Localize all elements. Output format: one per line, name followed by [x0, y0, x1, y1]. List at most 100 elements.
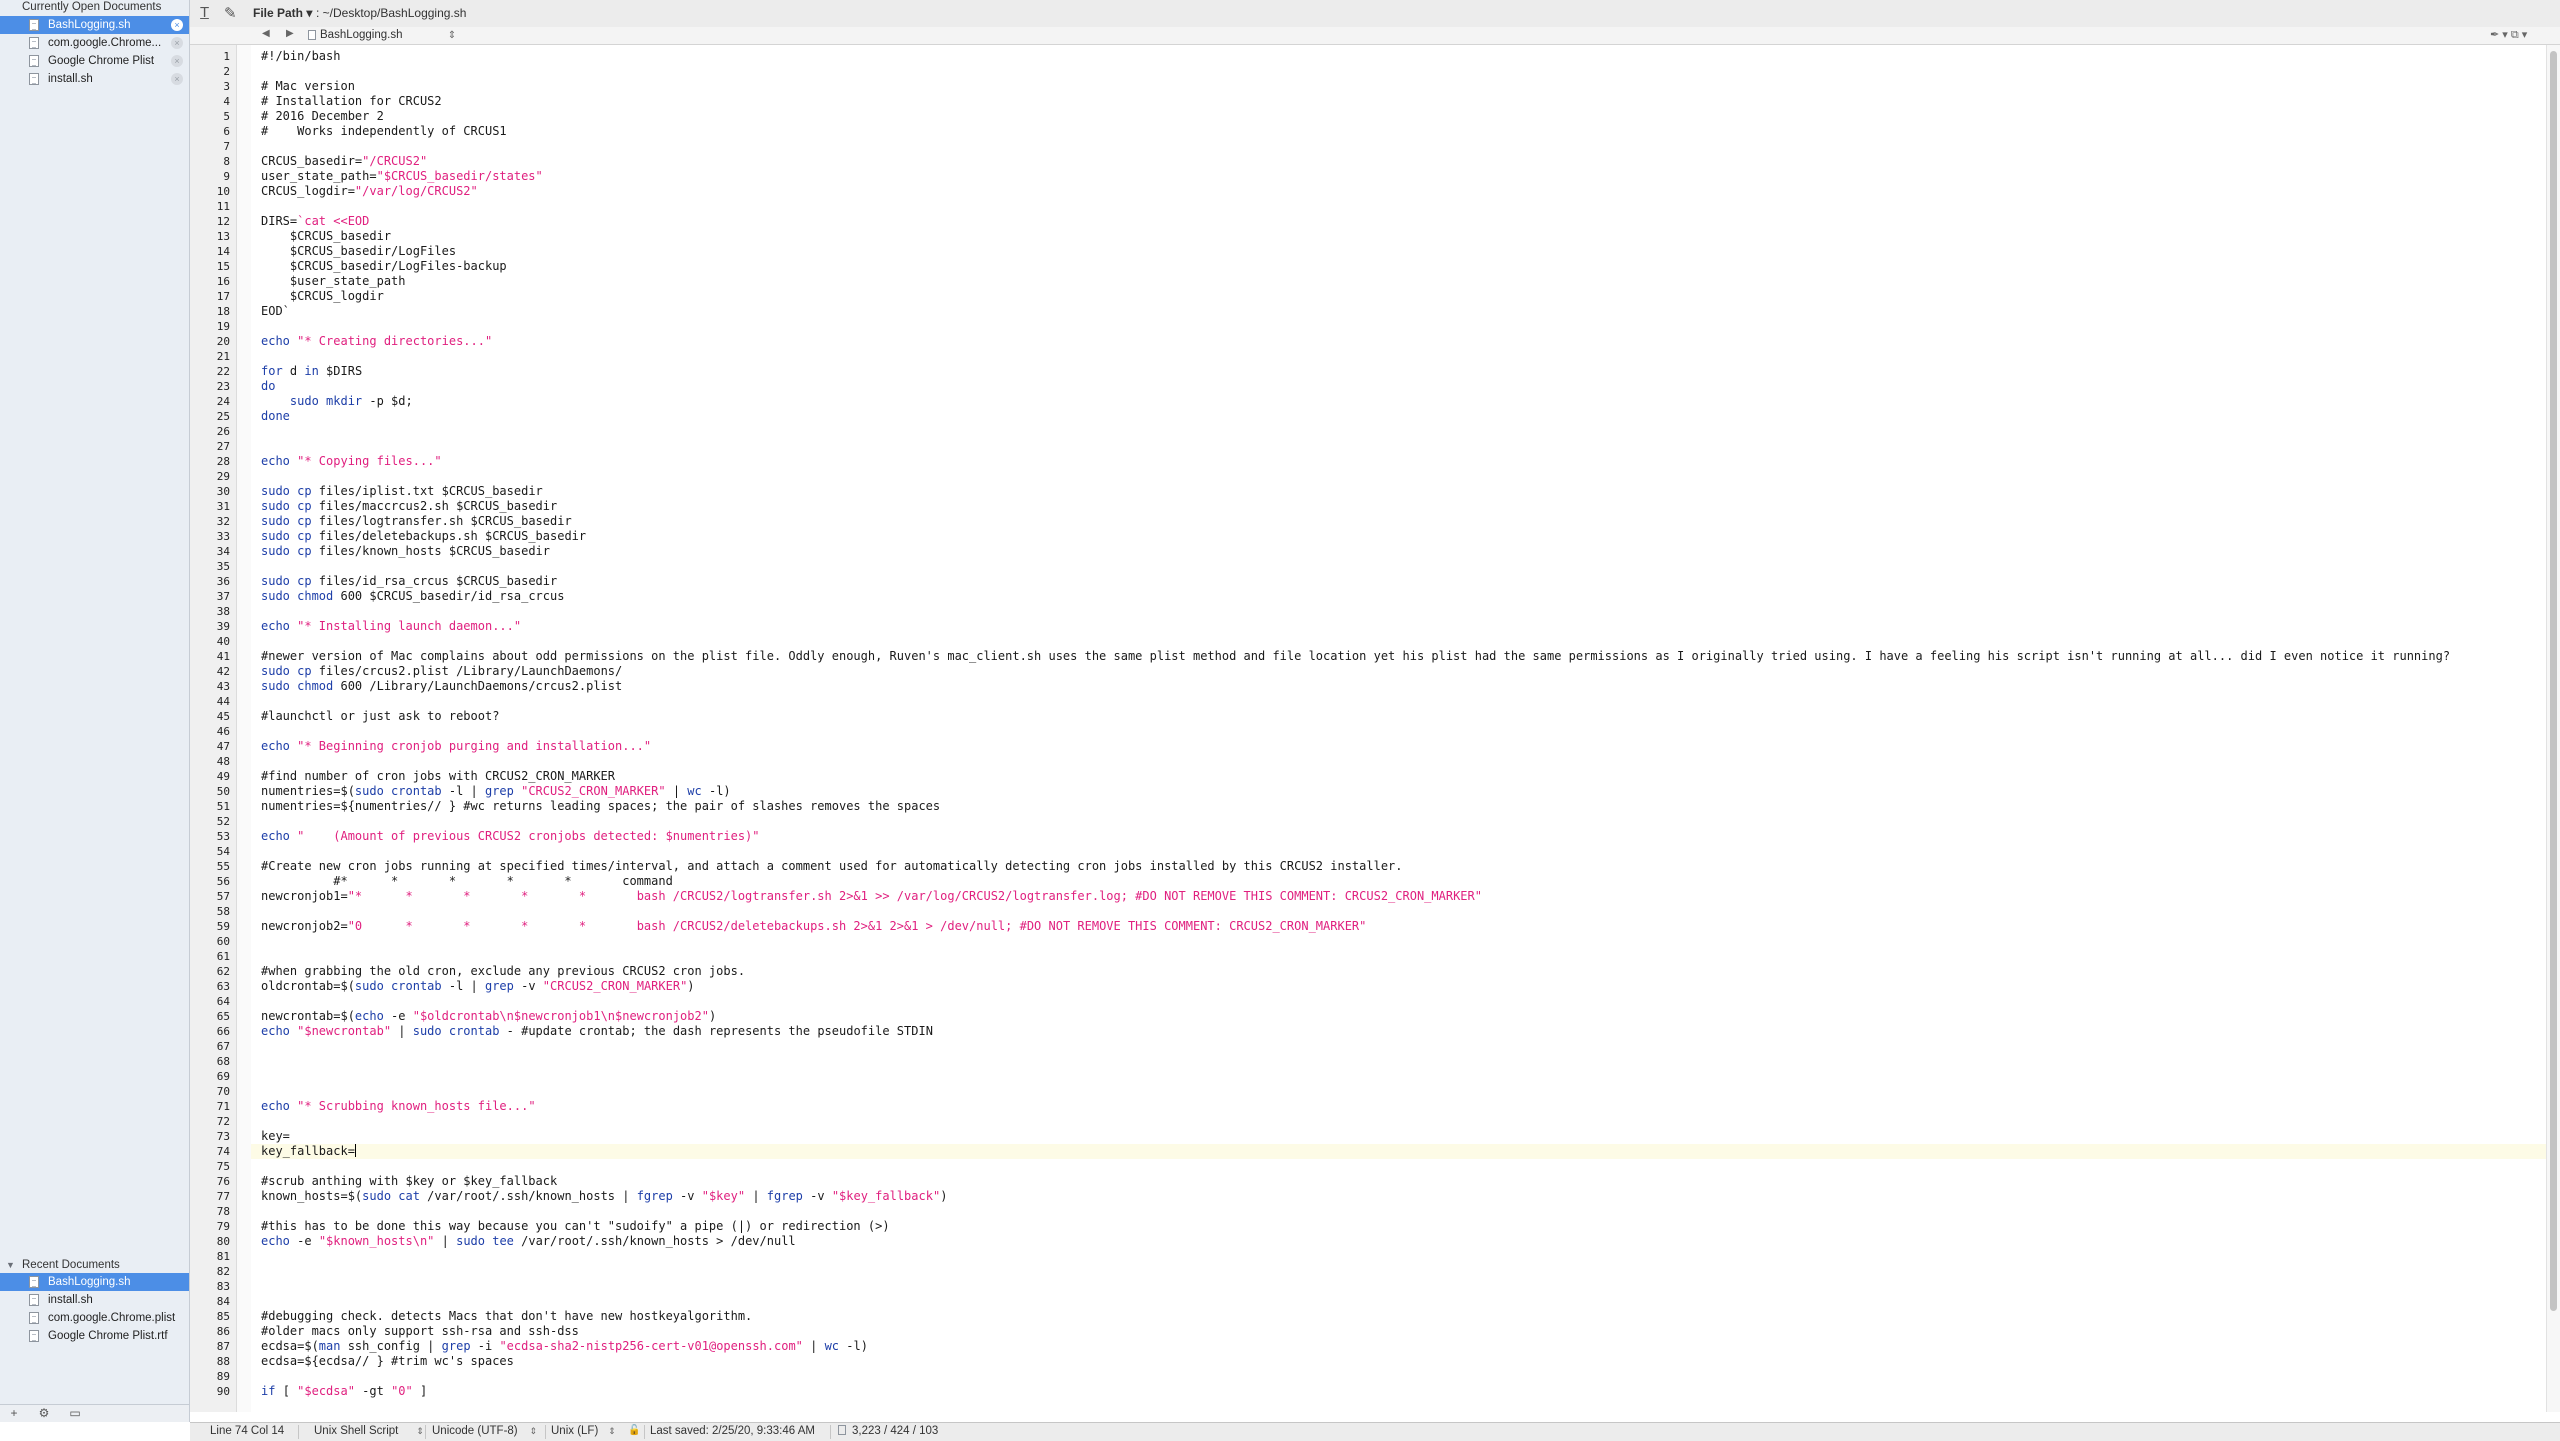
code-line[interactable]: #debugging check. detects Macs that don'…: [261, 1309, 752, 1324]
sidebar-document-item[interactable]: BashLogging.sh ×: [0, 16, 189, 34]
code-line[interactable]: echo "* Installing launch daemon...": [261, 619, 521, 634]
code-line[interactable]: #launchctl or just ask to reboot?: [261, 709, 499, 724]
code-line[interactable]: #Create new cron jobs running at specifi…: [261, 859, 1403, 874]
scrollbar-thumb[interactable]: [2550, 51, 2557, 1311]
sidebar-document-item[interactable]: BashLogging.sh: [0, 1273, 189, 1291]
code-line[interactable]: if [ "$ecdsa" -gt "0" ]: [261, 1384, 427, 1399]
code-line[interactable]: sudo cp files/deletebackups.sh $CRCUS_ba…: [261, 529, 586, 544]
vertical-scrollbar[interactable]: [2546, 45, 2560, 1412]
code-line[interactable]: echo "* Creating directories...": [261, 334, 492, 349]
document-icon[interactable]: ✎: [224, 4, 237, 22]
code-line[interactable]: echo "* Copying files...": [261, 454, 442, 469]
code-line[interactable]: $CRCUS_basedir: [261, 229, 391, 244]
code-editor[interactable]: #!/bin/bash # Mac version # Installation f…: [251, 45, 2546, 1412]
sidebar-view-icon[interactable]: ▭: [66, 1406, 84, 1421]
code-line[interactable]: for d in $DIRS: [261, 364, 362, 379]
code-line[interactable]: $CRCUS_basedir/LogFiles-backup: [261, 259, 507, 274]
line-number: 64: [216, 995, 230, 1008]
line-number: 83: [216, 1280, 230, 1293]
code-line[interactable]: ecdsa=$(man ssh_config | grep -i "ecdsa-…: [261, 1339, 868, 1354]
line-number: 22: [216, 365, 230, 378]
code-line[interactable]: #scrub anthing with $key or $key_fallbac…: [261, 1174, 557, 1189]
code-line[interactable]: #find number of cron jobs with CRCUS2_CR…: [261, 769, 615, 784]
encoding-menu[interactable]: Unicode (UTF-8) ⇕: [432, 1425, 537, 1437]
code-line[interactable]: numentries=$(sudo crontab -l | grep "CRC…: [261, 784, 731, 799]
code-line[interactable]: #when grabbing the old cron, exclude any…: [261, 964, 745, 979]
code-line[interactable]: key=: [261, 1129, 290, 1144]
code-line[interactable]: newcrontab=$(echo -e "$oldcrontab\n$newc…: [261, 1009, 716, 1024]
close-document-icon[interactable]: ×: [171, 37, 183, 49]
code-line[interactable]: echo "$newcrontab" | sudo crontab - #upd…: [261, 1024, 933, 1039]
code-line[interactable]: #!/bin/bash: [261, 49, 340, 64]
sidebar-document-item[interactable]: com.google.Chrome.plist: [0, 1309, 189, 1327]
code-token: "* Creating directories...": [297, 334, 493, 348]
code-line[interactable]: do: [261, 379, 275, 394]
code-line[interactable]: #newer version of Mac complains about od…: [261, 649, 2450, 664]
current-file-menu[interactable]: BashLogging.sh ⇕: [320, 29, 456, 41]
add-icon[interactable]: +: [6, 1406, 22, 1421]
code-line[interactable]: $CRCUS_logdir: [261, 289, 384, 304]
code-line[interactable]: echo "* Scrubbing known_hosts file...": [261, 1099, 536, 1114]
code-line[interactable]: # Installation for CRCUS2: [261, 94, 442, 109]
file-menu-chevron-icon[interactable]: ⇕: [448, 30, 456, 41]
code-line[interactable]: CRCUS_logdir="/var/log/CRCUS2": [261, 184, 478, 199]
document-stats[interactable]: 3,223 / 424 / 103: [838, 1425, 938, 1437]
code-line[interactable]: sudo cp files/maccrcus2.sh $CRCUS_basedi…: [261, 499, 557, 514]
close-document-icon[interactable]: ×: [171, 55, 183, 67]
code-line[interactable]: ecdsa=${ecdsa// } #trim wc's spaces: [261, 1354, 514, 1369]
line-endings-menu[interactable]: Unix (LF) ⇕: [551, 1425, 616, 1437]
code-line[interactable]: CRCUS_basedir="/CRCUS2": [261, 154, 427, 169]
forward-arrow-icon[interactable]: ▶: [286, 28, 294, 39]
code-line[interactable]: EOD`: [261, 304, 290, 319]
sidebar-document-item[interactable]: install.sh ×: [0, 70, 189, 88]
code-line[interactable]: sudo cp files/crcus2.plist /Library/Laun…: [261, 664, 622, 679]
code-line[interactable]: done: [261, 409, 290, 424]
code-token: |: [802, 1339, 825, 1353]
code-line[interactable]: numentries=${numentries// } #wc returns …: [261, 799, 940, 814]
sidebar-document-item[interactable]: com.google.Chrome... ×: [0, 34, 189, 52]
code-line[interactable]: # 2016 December 2: [261, 109, 384, 124]
code-line[interactable]: known_hosts=$(sudo cat /var/root/.ssh/kn…: [261, 1189, 947, 1204]
code-line[interactable]: oldcrontab=$(sudo crontab -l | grep -v "…: [261, 979, 695, 994]
recent-documents-header[interactable]: ▼ Recent Documents: [0, 1258, 189, 1272]
sidebar-document-item[interactable]: install.sh: [0, 1291, 189, 1309]
code-line[interactable]: # Works independently of CRCUS1: [261, 124, 507, 139]
cursor-position[interactable]: Line 74 Col 14: [210, 1425, 284, 1437]
code-line[interactable]: sudo mkdir -p $d;: [261, 394, 413, 409]
code-line[interactable]: sudo chmod 600 /Library/LaunchDaemons/cr…: [261, 679, 622, 694]
code-line[interactable]: sudo cp files/iplist.txt $CRCUS_basedir: [261, 484, 543, 499]
code-line[interactable]: echo " (Amount of previous CRCUS2 cronjo…: [261, 829, 760, 844]
gear-icon[interactable]: ⚙︎: [34, 1406, 54, 1421]
code-line[interactable]: sudo chmod 600 $CRCUS_basedir/id_rsa_crc…: [261, 589, 564, 604]
code-line[interactable]: echo -e "$known_hosts\n" | sudo tee /var…: [261, 1234, 796, 1249]
close-document-icon[interactable]: ×: [171, 73, 183, 85]
close-document-icon[interactable]: ×: [171, 19, 183, 31]
code-line[interactable]: key_fallback=: [261, 1144, 356, 1159]
file-path-menu[interactable]: File Path ▾: [253, 6, 312, 20]
code-line[interactable]: sudo cp files/known_hosts $CRCUS_basedir: [261, 544, 550, 559]
code-text: EOD`: [261, 304, 290, 318]
code-line[interactable]: #this has to be done this way because yo…: [261, 1219, 890, 1234]
code-line[interactable]: sudo cp files/logtransfer.sh $CRCUS_base…: [261, 514, 572, 529]
disclosure-triangle-icon[interactable]: ▼: [6, 1258, 15, 1272]
text-format-icon[interactable]: T̲: [200, 4, 209, 21]
markers-menu-icon[interactable]: ✒ ▾ ⧉ ▾: [2490, 28, 2527, 42]
code-line[interactable]: $user_state_path: [261, 274, 406, 289]
sidebar-document-item[interactable]: Google Chrome Plist.rtf: [0, 1327, 189, 1345]
syntax-mode-menu[interactable]: Unix Shell Script ⇕: [314, 1425, 424, 1437]
sidebar-document-label: BashLogging.sh: [48, 1276, 131, 1288]
code-line[interactable]: user_state_path="$CRCUS_basedir/states": [261, 169, 543, 184]
code-line[interactable]: #* * * * * command: [261, 874, 673, 889]
code-line[interactable]: # Mac version: [261, 79, 355, 94]
line-number: 1: [223, 50, 230, 63]
back-arrow-icon[interactable]: ◀: [262, 28, 270, 39]
sidebar-document-item[interactable]: Google Chrome Plist ×: [0, 52, 189, 70]
code-line[interactable]: newcronjob1="* * * * * bash /CRCUS2/logt…: [261, 889, 1482, 904]
code-line[interactable]: #older macs only support ssh-rsa and ssh…: [261, 1324, 579, 1339]
code-line[interactable]: newcronjob2="0 * * * * bash /CRCUS2/dele…: [261, 919, 1366, 934]
lock-icon[interactable]: 🔓: [628, 1425, 640, 1436]
code-line[interactable]: echo "* Beginning cronjob purging and in…: [261, 739, 651, 754]
code-line[interactable]: sudo cp files/id_rsa_crcus $CRCUS_basedi…: [261, 574, 557, 589]
code-line[interactable]: DIRS=`cat <<EOD: [261, 214, 369, 229]
code-line[interactable]: $CRCUS_basedir/LogFiles: [261, 244, 456, 259]
